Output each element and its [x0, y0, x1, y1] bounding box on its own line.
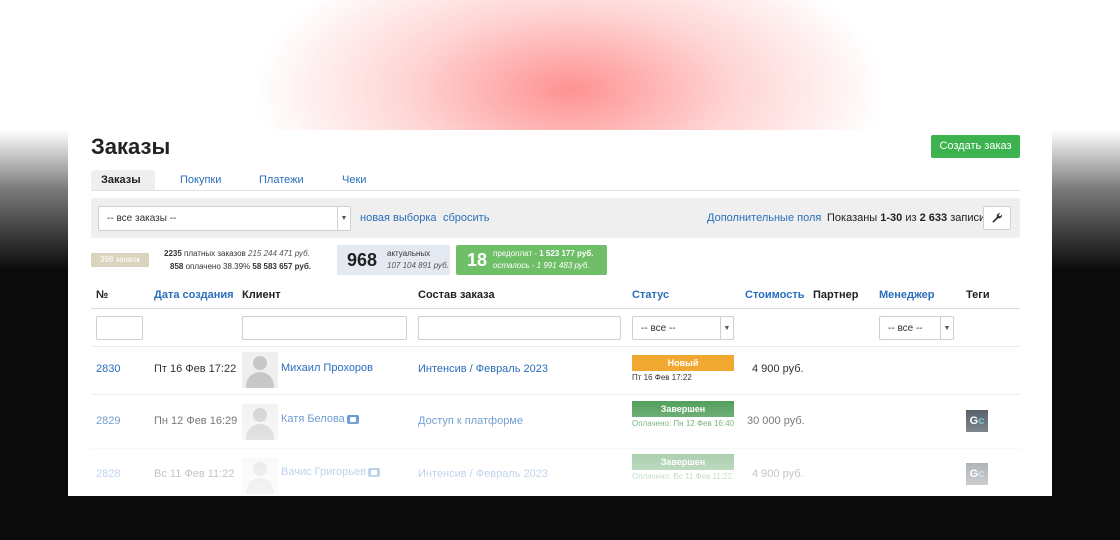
- column-header-status[interactable]: Статус: [632, 289, 669, 301]
- tab-payments[interactable]: Платежи: [249, 170, 314, 190]
- status-badge: Новый: [632, 355, 734, 371]
- order-date: Вс 11 Фев 11:22: [154, 468, 235, 480]
- client-name: Катя Белова: [281, 413, 345, 425]
- remain-label: осталось -: [493, 261, 537, 270]
- avatar: [242, 404, 278, 440]
- records-prefix: Показаны: [827, 212, 881, 224]
- prepay-count: 18: [467, 250, 488, 270]
- chevron-down-icon: ▼: [720, 317, 733, 339]
- gc-tag-icon: Gc: [966, 463, 988, 485]
- paid-done-count: 858: [170, 262, 184, 271]
- reset-link[interactable]: сбросить: [443, 212, 489, 224]
- manager-filter-value: -- все --: [888, 323, 923, 334]
- records-count: Показаны 1-30 из 2 633 записи.: [827, 212, 988, 224]
- order-stats: 398 заявок 2235 платных заказов 215 244 …: [91, 245, 1020, 275]
- paid-done-line: 858 оплачено 38.39% 58 583 657 руб.: [170, 262, 311, 271]
- panel-fade-overlay: [68, 380, 1052, 500]
- actual-label: актуальных: [387, 249, 431, 258]
- client-link[interactable]: Вачис Григорьев: [281, 466, 380, 478]
- avatar: [242, 352, 278, 388]
- paid-label: платных заказов: [181, 249, 248, 258]
- client-link[interactable]: Катя Белова: [281, 413, 359, 425]
- column-header-cost[interactable]: Стоимость: [745, 289, 805, 301]
- wrench-icon: [992, 213, 1002, 223]
- status-date: Пт 16 Фев 17:22: [632, 373, 692, 382]
- order-id-link[interactable]: 2828: [96, 468, 120, 480]
- status-paid-info: Оплачено: Вс 11 Фев 11:22: [632, 472, 732, 481]
- prepay-sum: 1 523 177 руб.: [539, 249, 594, 258]
- order-content-link[interactable]: Интенсив / Февраль 2023: [418, 468, 548, 480]
- tab-bar: Заказы Покупки Платежи Чеки: [91, 170, 1020, 191]
- column-header-client: Клиент: [242, 289, 281, 301]
- gc-tag-icon: Gc: [966, 410, 988, 432]
- column-header-tags: Теги: [966, 289, 990, 301]
- order-id-link[interactable]: 2830: [96, 363, 120, 375]
- order-content-link[interactable]: Интенсив / Февраль 2023: [418, 363, 548, 375]
- orders-select[interactable]: -- все заказы -- ▼: [98, 206, 351, 231]
- client-link[interactable]: Михаил Прохоров: [281, 362, 373, 374]
- page-title: Заказы: [91, 134, 171, 159]
- paid-done-sum: 58 583 657 руб.: [252, 262, 312, 271]
- chevron-down-icon: ▼: [337, 207, 350, 230]
- chevron-down-icon: ▼: [940, 317, 953, 339]
- column-header-manager[interactable]: Менеджер: [879, 289, 935, 301]
- vk-icon: [346, 414, 359, 424]
- client-filter-input[interactable]: [242, 316, 407, 340]
- tab-receipts[interactable]: Чеки: [332, 170, 376, 190]
- paid-count: 2235: [164, 249, 182, 258]
- prepay-label: предоплат -: [493, 249, 540, 258]
- order-cost: 4 900 руб.: [752, 468, 804, 480]
- records-mid: из: [902, 212, 920, 224]
- create-order-button[interactable]: Создать заказ: [931, 135, 1020, 158]
- orders-select-value: -- все заказы --: [107, 213, 177, 224]
- orders-panel: Заказы Создать заказ Заказы Покупки Плат…: [68, 130, 1052, 500]
- paid-sum: 215 244 471 руб.: [248, 249, 310, 258]
- filter-bar: -- все заказы -- ▼ новая выборка сбросит…: [91, 198, 1020, 238]
- header-divider: [91, 308, 1020, 309]
- status-filter-select[interactable]: -- все -- ▼: [632, 316, 734, 340]
- order-cost: 4 900 руб.: [752, 363, 804, 375]
- vk-icon: [367, 467, 380, 477]
- actual-sum: 107 104 891 руб.: [387, 261, 449, 270]
- requests-badge: 398 заявок: [91, 253, 149, 267]
- new-selection-link[interactable]: новая выборка: [360, 212, 437, 224]
- actual-orders-box: 968 актуальных 107 104 891 руб.: [337, 245, 450, 275]
- settings-button[interactable]: [983, 206, 1011, 230]
- remain-sum: 1 991 483 руб.: [536, 261, 590, 270]
- column-header-num: №: [96, 289, 109, 301]
- client-name: Вачис Григорьев: [281, 466, 366, 478]
- records-total: 2 633: [919, 212, 948, 224]
- status-paid-info: Оплачено: Пн 12 Фев 16:40: [632, 419, 734, 428]
- order-content-link[interactable]: Доступ к платформе: [418, 415, 523, 427]
- records-range: 1-30: [880, 212, 903, 224]
- status-badge: Завершен: [632, 401, 734, 417]
- paid-done-label: оплачено 38.39%: [183, 262, 253, 271]
- extra-fields-link[interactable]: Дополнительные поля: [707, 212, 821, 224]
- row-divider: [91, 394, 1020, 395]
- column-header-partner: Партнер: [813, 289, 859, 301]
- remain-line: осталось - 1 991 483 руб.: [493, 261, 590, 270]
- row-divider: [91, 448, 1020, 449]
- actual-count: 968: [347, 250, 378, 270]
- tab-orders[interactable]: Заказы: [91, 170, 155, 190]
- order-cost: 30 000 руб.: [747, 415, 805, 427]
- avatar: [242, 458, 278, 494]
- prepayments-box: 18 предоплат - 1 523 177 руб. осталось -…: [456, 245, 607, 275]
- status-filter-value: -- все --: [641, 323, 676, 334]
- order-date: Пн 12 Фев 16:29: [154, 415, 238, 427]
- order-date: Пт 16 Фев 17:22: [154, 363, 237, 375]
- column-header-created[interactable]: Дата создания: [154, 289, 234, 301]
- tab-purchases[interactable]: Покупки: [170, 170, 231, 190]
- bottom-shadow-bar: [0, 496, 1120, 540]
- manager-filter-select[interactable]: -- все -- ▼: [879, 316, 954, 340]
- filter-divider: [91, 346, 1020, 347]
- column-header-content: Состав заказа: [418, 289, 495, 301]
- status-badge: Завершен: [632, 454, 734, 470]
- prepay-line: предоплат - 1 523 177 руб.: [493, 249, 593, 258]
- order-id-link[interactable]: 2829: [96, 415, 120, 427]
- paid-orders-line: 2235 платных заказов 215 244 471 руб.: [164, 249, 310, 258]
- num-filter-input[interactable]: [96, 316, 143, 340]
- background-glow: [260, 0, 880, 140]
- content-filter-input[interactable]: [418, 316, 621, 340]
